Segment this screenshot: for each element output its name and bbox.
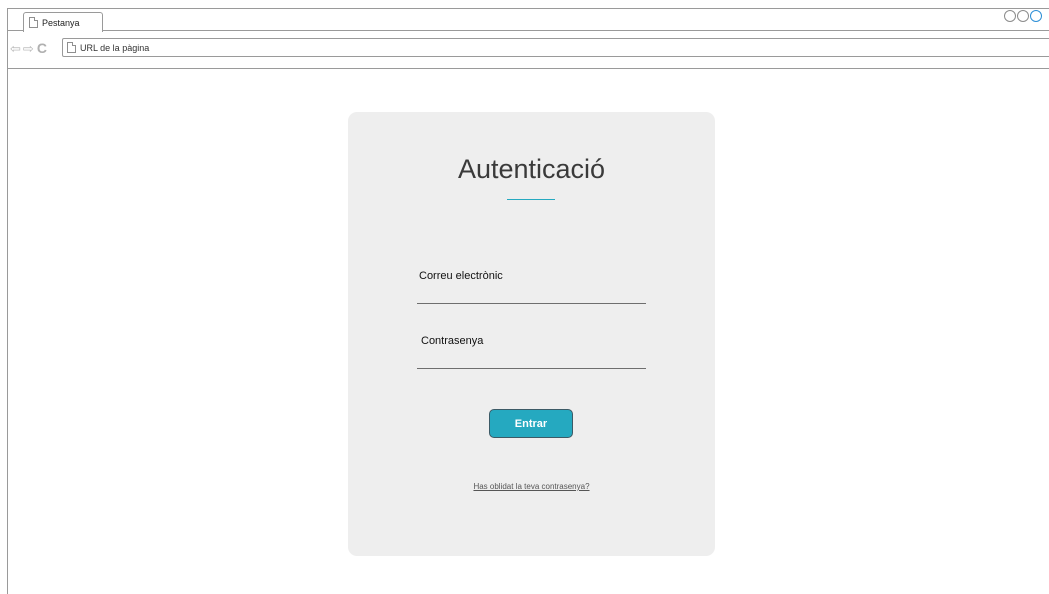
url-input[interactable]: URL de la pàgina — [62, 38, 1049, 57]
maximize-icon[interactable] — [1017, 10, 1029, 22]
email-label: Correu electrònic — [419, 270, 503, 282]
page-title: Autenticació — [457, 154, 606, 184]
url-placeholder: URL de la pàgina — [80, 42, 150, 53]
close-icon[interactable] — [1030, 10, 1042, 22]
reload-icon[interactable]: C — [37, 41, 47, 55]
tab-pestanya[interactable]: Pestanya — [23, 12, 103, 32]
address-bar-row: ⇦ ⇨ C URL de la pàgina — [8, 32, 1049, 69]
forward-arrow-icon[interactable]: ⇨ — [23, 42, 34, 55]
submit-button[interactable]: Entrar — [489, 409, 573, 438]
forgot-password-link[interactable]: Has oblidat la teva contrasenya? — [348, 482, 715, 491]
navigation-buttons: ⇦ ⇨ C — [10, 41, 47, 55]
login-card: Autenticació Correu electrònic Contrasen… — [348, 112, 715, 556]
back-arrow-icon[interactable]: ⇦ — [10, 42, 21, 55]
email-field[interactable] — [417, 303, 646, 304]
password-field[interactable] — [417, 368, 646, 369]
page-icon — [67, 42, 76, 53]
tab-strip: Pestanya — [8, 9, 1049, 32]
tab-label: Pestanya — [42, 17, 80, 28]
minimize-icon[interactable] — [1004, 10, 1016, 22]
page-icon — [29, 17, 38, 28]
window-controls — [1004, 10, 1042, 22]
title-underline — [507, 199, 555, 200]
password-label: Contrasenya — [421, 335, 484, 347]
